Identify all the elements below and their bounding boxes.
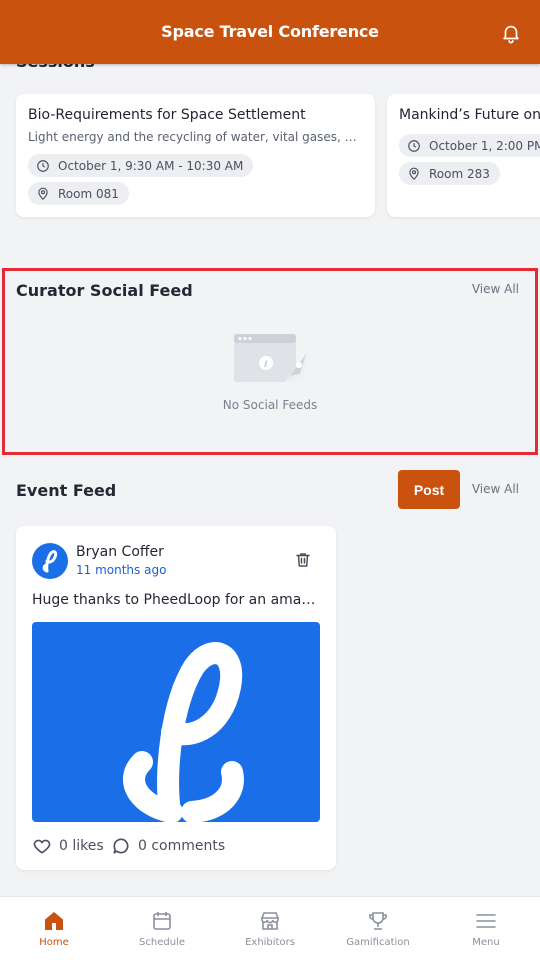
- location-pin-icon: [38, 187, 48, 200]
- event-feed-section-title: Event Feed: [16, 481, 117, 500]
- nav-item-home[interactable]: Home: [0, 897, 108, 960]
- session-time: October 1, 9:30 AM - 10:30 AM: [58, 158, 244, 173]
- bottom-navigation: Home Schedule Exhibitors Gamification Me…: [0, 896, 540, 960]
- session-title: Mankind’s Future on Mars: [399, 107, 540, 123]
- app-title: Space Travel Conference: [161, 22, 379, 41]
- pheedloop-logo-icon: [42, 550, 58, 573]
- store-icon: [261, 912, 279, 930]
- empty-feed-message: No Social Feeds: [222, 398, 318, 412]
- comment-button[interactable]: 0 comments: [111, 836, 225, 856]
- clock-icon: [37, 159, 49, 172]
- session-time-chip: October 1, 9:30 AM - 10:30 AM: [28, 154, 254, 177]
- nav-label-menu: Menu: [472, 937, 500, 948]
- nav-label-exhibitors: Exhibitors: [245, 937, 295, 948]
- bell-icon[interactable]: [500, 22, 522, 44]
- nav-label-gamification: Gamification: [346, 937, 410, 948]
- nav-item-schedule[interactable]: Schedule: [108, 897, 216, 960]
- home-icon: [45, 912, 63, 930]
- session-time-chip: October 1, 2:00 PM: [399, 134, 540, 157]
- post-author-name[interactable]: Bryan Coffer: [76, 544, 164, 560]
- app-header: Space Travel Conference: [0, 0, 540, 64]
- trophy-icon: [369, 912, 387, 930]
- event-feed-view-all-link[interactable]: View All: [472, 482, 519, 496]
- empty-feed-illustration-icon: ℓ: [234, 334, 308, 382]
- session-room-chip: Room 081: [28, 182, 129, 205]
- pheedloop-logo-icon: [123, 642, 244, 822]
- post-body-text: Huge thanks to PheedLoop for an amazing …: [32, 592, 322, 608]
- post-image[interactable]: [32, 622, 320, 822]
- comments-count: 0 comments: [138, 838, 226, 854]
- session-description: Light energy and the recycling of water,…: [28, 130, 364, 144]
- nav-label-home: Home: [39, 937, 69, 948]
- calendar-icon: [153, 912, 171, 930]
- svg-text:ℓ: ℓ: [263, 360, 268, 370]
- clock-icon: [408, 139, 420, 152]
- session-room: Room 283: [429, 166, 490, 181]
- post-button[interactable]: Post: [398, 470, 460, 509]
- location-pin-icon: [409, 167, 419, 180]
- session-room: Room 081: [58, 186, 119, 201]
- curator-view-all-link[interactable]: View All: [472, 282, 519, 296]
- session-room-chip: Room 283: [399, 162, 500, 185]
- nav-item-gamification[interactable]: Gamification: [324, 897, 432, 960]
- trash-icon[interactable]: [294, 551, 312, 569]
- session-card[interactable]: Mankind’s Future on Mars October 1, 2:00…: [387, 94, 540, 217]
- post-timestamp: 11 months ago: [76, 563, 167, 577]
- nav-label-schedule: Schedule: [139, 937, 185, 948]
- avatar[interactable]: [32, 543, 68, 579]
- nav-item-exhibitors[interactable]: Exhibitors: [216, 897, 324, 960]
- likes-count: 0 likes: [59, 838, 104, 854]
- nav-item-menu[interactable]: Menu: [432, 897, 540, 960]
- curator-section-title: Curator Social Feed: [16, 281, 193, 300]
- heart-icon: [33, 839, 51, 854]
- session-time: October 1, 2:00 PM: [429, 138, 540, 153]
- comment-icon: [113, 838, 129, 854]
- session-card[interactable]: Bio-Requirements for Space Settlement Li…: [16, 94, 375, 217]
- menu-icon: [476, 914, 496, 928]
- like-button[interactable]: 0 likes: [32, 836, 104, 856]
- feed-post-card: Bryan Coffer 11 months ago Huge thanks t…: [16, 526, 336, 870]
- session-title: Bio-Requirements for Space Settlement: [28, 107, 306, 123]
